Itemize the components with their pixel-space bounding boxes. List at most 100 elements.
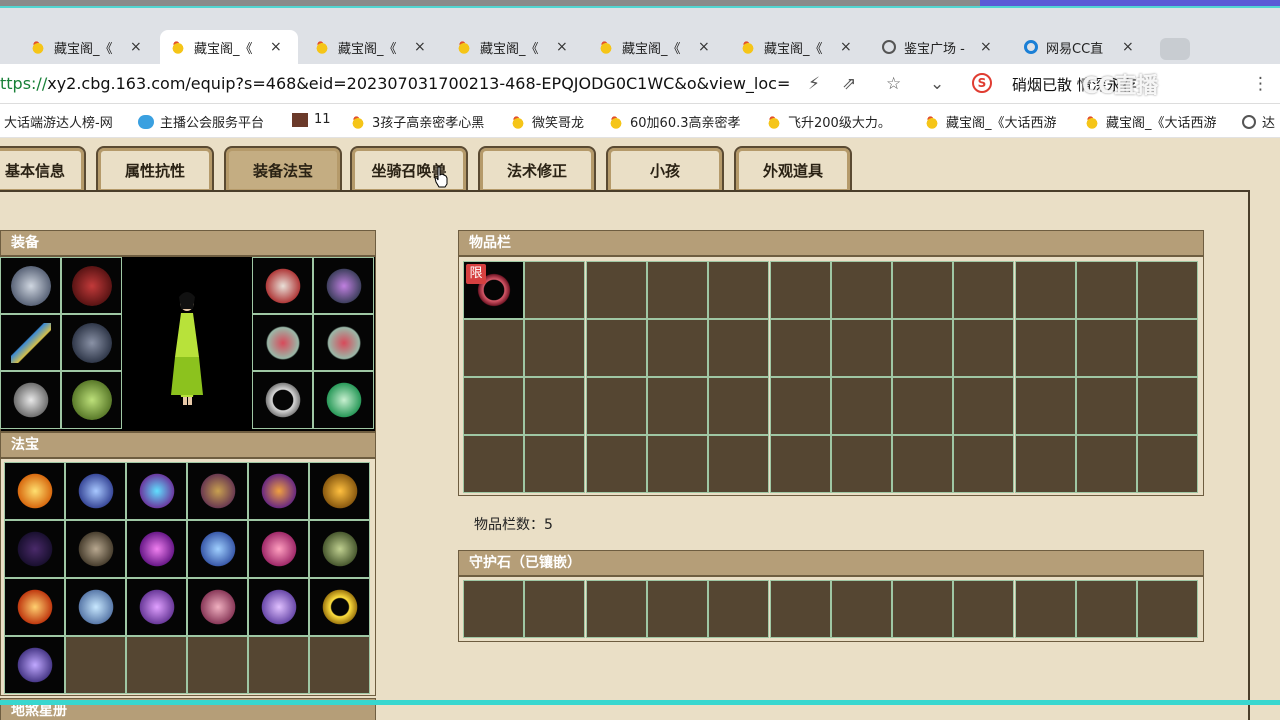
guard-stone-slot[interactable] — [769, 580, 831, 638]
equip-slot[interactable] — [0, 371, 61, 429]
inventory-slot-empty[interactable] — [1014, 435, 1076, 493]
inventory-slot-empty[interactable] — [463, 435, 524, 493]
treasure-slot[interactable] — [187, 520, 248, 578]
treasure-slot[interactable] — [65, 462, 126, 520]
browser-tab[interactable]: 藏宝阁_《 × — [588, 30, 726, 64]
bookmark-item[interactable]: 藏宝阁_《大话西游 — [924, 112, 1057, 131]
bookmark-item[interactable]: 主播公会服务平台 — [138, 112, 264, 131]
inventory-slot-empty[interactable] — [708, 261, 770, 319]
bookmark-item[interactable]: 11 — [292, 112, 331, 127]
browser-tab[interactable]: 鉴宝广场 - × — [872, 30, 1010, 64]
tab-mounts-summons[interactable]: 坐骑召唤兽 — [350, 146, 468, 192]
browser-tab[interactable]: 藏宝阁_《 × — [20, 30, 158, 64]
treasure-slot-empty[interactable] — [65, 636, 126, 694]
search-engine-icon[interactable]: S — [972, 73, 992, 93]
equip-slot[interactable] — [313, 314, 374, 371]
inventory-slot-empty[interactable] — [953, 261, 1015, 319]
treasure-slot-empty[interactable] — [309, 636, 370, 694]
inventory-slot-empty[interactable] — [1076, 435, 1137, 493]
guard-stone-slot[interactable] — [1137, 580, 1199, 638]
treasure-slot[interactable] — [187, 578, 248, 636]
inventory-slot-empty[interactable] — [1014, 377, 1076, 435]
treasure-slot-empty[interactable] — [126, 636, 187, 694]
inventory-slot-empty[interactable] — [1014, 319, 1076, 377]
inventory-slot-empty[interactable] — [830, 377, 892, 435]
close-tab-icon[interactable]: × — [698, 39, 710, 55]
equip-slot[interactable] — [252, 371, 313, 429]
treasure-slot[interactable] — [126, 578, 187, 636]
browser-tab[interactable]: 藏宝阁_《 × — [304, 30, 442, 64]
inventory-slot-empty[interactable] — [585, 435, 647, 493]
treasure-slot[interactable] — [248, 462, 309, 520]
tab-spell-correction[interactable]: 法术修正 — [478, 146, 596, 192]
equip-slot[interactable] — [0, 314, 61, 371]
close-tab-icon[interactable]: × — [840, 39, 852, 55]
treasure-slot[interactable] — [4, 578, 65, 636]
guard-stone-slot[interactable] — [463, 580, 524, 638]
inventory-slot-empty[interactable] — [646, 261, 708, 319]
equip-slot[interactable] — [61, 314, 122, 371]
close-tab-icon[interactable]: × — [414, 39, 426, 55]
inventory-slot-empty[interactable] — [585, 261, 647, 319]
new-tab-button[interactable] — [1160, 38, 1190, 60]
inventory-slot-empty[interactable] — [524, 261, 586, 319]
inventory-slot-empty[interactable] — [953, 435, 1015, 493]
inventory-slot-empty[interactable] — [1076, 319, 1137, 377]
treasure-slot[interactable] — [65, 520, 126, 578]
equip-slot[interactable] — [313, 257, 374, 314]
treasure-slot[interactable] — [4, 636, 65, 694]
inventory-slot-empty[interactable] — [463, 377, 524, 435]
inventory-slot-empty[interactable] — [892, 377, 954, 435]
inventory-slot-empty[interactable] — [524, 435, 586, 493]
inventory-slot-empty[interactable] — [708, 435, 770, 493]
url-field[interactable]: ttps://xy2.cbg.163.com/equip?s=468&eid=2… — [0, 74, 790, 93]
inventory-slot-empty[interactable] — [708, 377, 770, 435]
guard-stone-slot[interactable] — [830, 580, 892, 638]
inventory-slot-empty[interactable] — [646, 319, 708, 377]
inventory-slot-empty[interactable] — [830, 319, 892, 377]
bookmark-item[interactable]: 藏宝阁_《大话西游 — [1084, 112, 1217, 131]
bookmark-item[interactable]: 60加60.3高亲密孝 — [608, 112, 741, 131]
browser-tab[interactable]: 网易CC直 × — [1014, 30, 1152, 64]
guard-stone-slot[interactable] — [585, 580, 647, 638]
inventory-slot-empty[interactable] — [463, 319, 524, 377]
inventory-slot-empty[interactable] — [953, 377, 1015, 435]
inventory-slot-empty[interactable] — [830, 435, 892, 493]
equip-slot[interactable] — [313, 371, 374, 429]
inventory-slot-empty[interactable] — [769, 261, 831, 319]
inventory-slot-empty[interactable] — [1137, 319, 1199, 377]
inventory-slot-empty[interactable] — [524, 319, 586, 377]
tab-appearance[interactable]: 外观道具 — [734, 146, 852, 192]
bookmark-item[interactable]: 飞升200级大力。 — [766, 112, 891, 131]
inventory-slot-empty[interactable] — [585, 319, 647, 377]
tab-attributes[interactable]: 属性抗性 — [96, 146, 214, 192]
inventory-slot-empty[interactable] — [1137, 435, 1199, 493]
guard-stone-slot[interactable] — [892, 580, 954, 638]
equip-slot[interactable] — [61, 257, 122, 314]
chevron-down-icon[interactable]: ⌄ — [930, 74, 944, 94]
inventory-slot-empty[interactable] — [953, 319, 1015, 377]
browser-tab[interactable]: 藏宝阁_《 × — [730, 30, 868, 64]
tab-equipment[interactable]: 装备法宝 — [224, 146, 342, 192]
treasure-slot[interactable] — [248, 578, 309, 636]
close-tab-icon[interactable]: × — [1122, 39, 1134, 55]
inventory-slot-empty[interactable] — [524, 377, 586, 435]
treasure-slot-empty[interactable] — [187, 636, 248, 694]
inventory-slot-empty[interactable] — [1014, 261, 1076, 319]
guard-stone-slot[interactable] — [1014, 580, 1076, 638]
treasure-slot[interactable] — [309, 462, 370, 520]
guard-stone-slot[interactable] — [953, 580, 1015, 638]
equip-slot[interactable] — [252, 257, 313, 314]
inventory-slot-empty[interactable] — [585, 377, 647, 435]
close-tab-icon[interactable]: × — [556, 39, 568, 55]
star-icon[interactable]: ☆ — [886, 74, 901, 94]
inventory-slot-empty[interactable] — [892, 261, 954, 319]
inventory-slot-empty[interactable] — [646, 377, 708, 435]
guard-stone-slot[interactable] — [1076, 580, 1137, 638]
tab-basic-info[interactable]: 基本信息 — [0, 146, 86, 192]
browser-tab-active[interactable]: 藏宝阁_《 × — [160, 30, 298, 64]
menu-icon[interactable]: ⋮ — [1252, 74, 1269, 94]
treasure-slot[interactable] — [309, 520, 370, 578]
treasure-slot[interactable] — [4, 520, 65, 578]
inventory-slot-empty[interactable] — [769, 435, 831, 493]
